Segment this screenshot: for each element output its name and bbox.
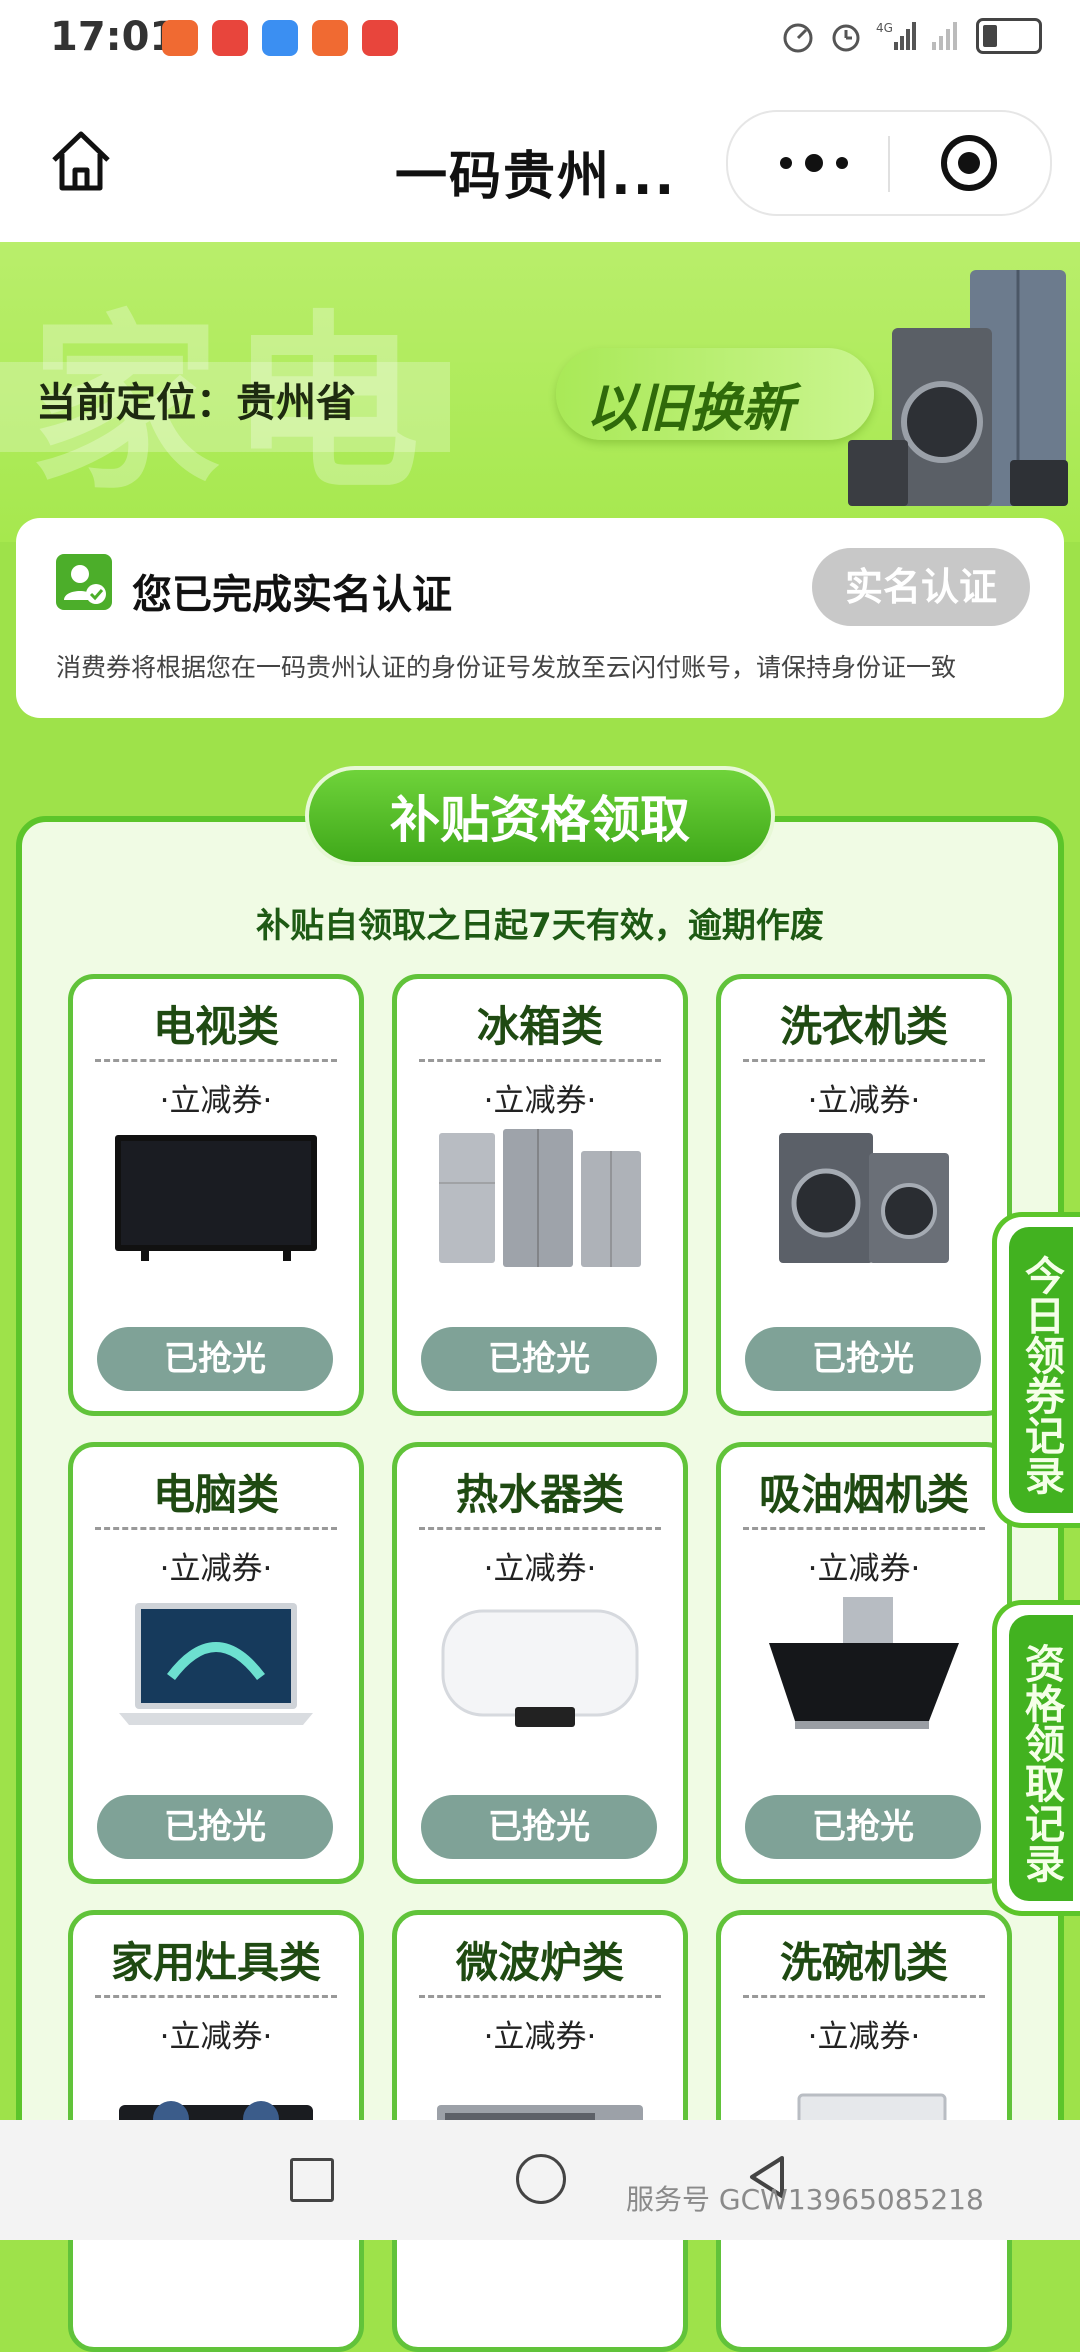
card-title: 微波炉类: [455, 1938, 624, 1987]
auth-status-text: 您已完成实名认证: [132, 572, 452, 618]
app-notification-icon: [312, 20, 348, 56]
product-card-water-heater[interactable]: 热水器类 ·立减券· 已抢光: [392, 1442, 688, 1884]
watermark-text: 服务号 GCW13965085218: [626, 2183, 984, 2216]
side-tab-label: 资格领取记录: [1018, 1643, 1064, 1883]
recent-apps-icon[interactable]: [290, 2158, 334, 2202]
close-miniprogram-icon[interactable]: [940, 134, 998, 192]
washer-icon: [779, 1133, 949, 1263]
side-tab-bg: 今日领券记录: [1009, 1227, 1073, 1513]
page-title: 一码贵州...: [395, 147, 677, 207]
card-title: 热水器类: [455, 1470, 624, 1519]
status-time: 17:01: [50, 14, 178, 60]
system-nav-bar: 服务号 GCW13965085218: [0, 2120, 1080, 2240]
side-tab-bg: 资格领取记录: [1009, 1615, 1073, 1901]
more-icon[interactable]: [772, 142, 856, 184]
panel-title: 补贴资格领取: [305, 766, 775, 866]
notification-icons: [162, 20, 398, 56]
card-title: 洗衣机类: [779, 1002, 948, 1051]
card-title: 洗碗机类: [779, 1938, 948, 1987]
system-icons: 4G: [780, 18, 1042, 54]
home-button-icon[interactable]: [516, 2154, 566, 2204]
signal-4g-icon: 4G: [876, 21, 916, 50]
card-divider: [743, 1059, 985, 1062]
sold-out-button[interactable]: 已抢光: [97, 1795, 333, 1859]
verified-user-icon: [56, 554, 112, 610]
huawei-notification-icon: [212, 20, 248, 56]
card-coupon-type: ·立减券·: [807, 2019, 921, 2055]
product-card-range-hood[interactable]: 吸油烟机类 ·立减券· 已抢光: [716, 1442, 1012, 1884]
card-divider: [743, 1995, 985, 1998]
card-title: 吸油烟机类: [758, 1470, 969, 1519]
card-coupon-type: ·立减券·: [159, 2019, 273, 2055]
product-card-tv[interactable]: 电视类 ·立减券· 已抢光: [68, 974, 364, 1416]
panel-subtitle: 补贴自领取之日起7天有效，逾期作废: [256, 906, 824, 946]
home-icon[interactable]: [46, 126, 116, 196]
range-hood-icon: [769, 1597, 959, 1729]
card-coupon-type: ·立减券·: [483, 1083, 597, 1119]
auth-card: 您已完成实名认证 实名认证 消费券将根据您在一码贵州认证的身份证号发放至云闪付账…: [16, 518, 1064, 718]
sold-out-button[interactable]: 已抢光: [97, 1327, 333, 1391]
today-coupon-records-tab[interactable]: 今日领券记录: [992, 1212, 1080, 1528]
card-divider: [95, 1995, 337, 1998]
qualification-records-tab[interactable]: 资格领取记录: [992, 1600, 1080, 1916]
card-title: 家用灶具类: [110, 1938, 321, 1987]
card-coupon-type: ·立减券·: [159, 1551, 273, 1587]
capsule-divider: [888, 136, 890, 192]
card-coupon-type: ·立减券·: [807, 1551, 921, 1587]
weather-notification-icon: [262, 20, 298, 56]
slogan-pill: 以旧换新: [556, 348, 874, 440]
side-tab-label: 今日领券记录: [1018, 1255, 1064, 1495]
card-coupon-type: ·立减券·: [483, 2019, 597, 2055]
mini-program-nav: 一码贵州...: [0, 84, 1080, 242]
card-coupon-type: ·立减券·: [807, 1083, 921, 1119]
card-title: 冰箱类: [476, 1002, 603, 1051]
tv-icon: [115, 1135, 317, 1261]
product-card-computer[interactable]: 电脑类 ·立减券· 已抢光: [68, 1442, 364, 1884]
banner: 家电 当前定位：贵州省 以旧换新: [0, 242, 1080, 542]
card-coupon-type: ·立减券·: [483, 1551, 597, 1587]
card-divider: [743, 1527, 985, 1530]
real-name-auth-button[interactable]: 实名认证: [812, 548, 1030, 626]
app-notification-icon: [162, 20, 198, 56]
sold-out-button[interactable]: 已抢光: [745, 1795, 981, 1859]
card-divider: [419, 1059, 661, 1062]
data-speed-icon: [783, 23, 813, 53]
sold-out-button[interactable]: 已抢光: [745, 1327, 981, 1391]
capsule-menu: [726, 110, 1052, 216]
fridge-icon: [439, 1129, 641, 1267]
water-heater-icon: [441, 1609, 639, 1727]
status-bar: 17:01 4G: [0, 0, 1080, 84]
battery-icon: [976, 18, 1042, 54]
card-title: 电视类: [152, 1002, 279, 1051]
sold-out-button[interactable]: 已抢光: [421, 1795, 657, 1859]
appliances-illustration: [848, 270, 1068, 506]
product-card-fridge[interactable]: 冰箱类 ·立减券· 已抢光: [392, 974, 688, 1416]
alarm-icon: [832, 24, 860, 52]
network-label: 4G: [876, 21, 893, 35]
sold-out-button[interactable]: 已抢光: [421, 1327, 657, 1391]
product-card-washer[interactable]: 洗衣机类 ·立减券· 已抢光: [716, 974, 1012, 1416]
signal-icon: [932, 22, 957, 50]
laptop-icon: [119, 1603, 313, 1725]
card-title: 电脑类: [152, 1470, 279, 1519]
auth-note: 消费券将根据您在一码贵州认证的身份证号发放至云闪付账号，请保持身份证一致: [56, 653, 957, 682]
card-divider: [419, 1995, 661, 1998]
card-divider: [95, 1527, 337, 1530]
card-divider: [95, 1059, 337, 1062]
current-location: 当前定位：贵州省: [36, 380, 356, 426]
huawei-notification-icon: [362, 20, 398, 56]
card-divider: [419, 1527, 661, 1530]
slogan-text: 以旧换新: [586, 379, 795, 439]
card-coupon-type: ·立减券·: [159, 1083, 273, 1119]
